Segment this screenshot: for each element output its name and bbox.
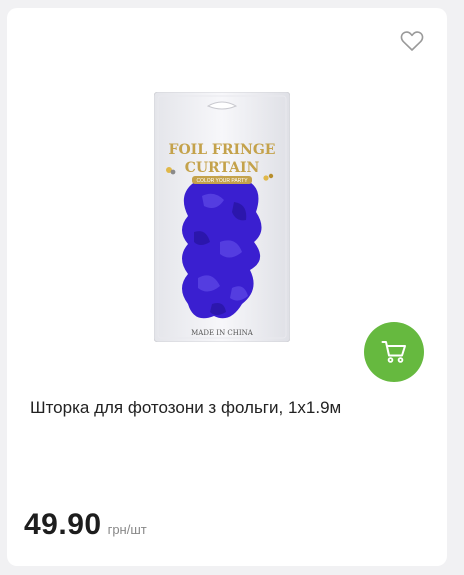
shopping-cart-icon (381, 341, 406, 363)
package-tagline: COLOR YOUR PARTY (196, 178, 248, 184)
price-row: 49.90 грн/шт (24, 508, 147, 542)
price-unit: грн/шт (107, 522, 147, 537)
product-title[interactable]: Шторка для фотозони з фольги, 1х1.9м (30, 397, 430, 419)
package-brand-line2: CURTAIN (185, 160, 260, 176)
package-origin: MADE IN CHINA (191, 329, 254, 337)
heart-outline-icon (400, 31, 424, 51)
product-card[interactable]: FOIL FRINGE CURTAIN COLOR YOUR PARTY MAD… (7, 8, 447, 566)
product-image[interactable]: FOIL FRINGE CURTAIN COLOR YOUR PARTY MAD… (153, 91, 291, 343)
favorite-button[interactable] (400, 30, 424, 52)
package-brand-line1: FOIL FRINGE (169, 142, 276, 158)
add-to-cart-button[interactable] (364, 322, 424, 382)
product-price: 49.90 (24, 508, 102, 541)
foil-curtain-package: FOIL FRINGE CURTAIN COLOR YOUR PARTY MAD… (153, 91, 291, 343)
